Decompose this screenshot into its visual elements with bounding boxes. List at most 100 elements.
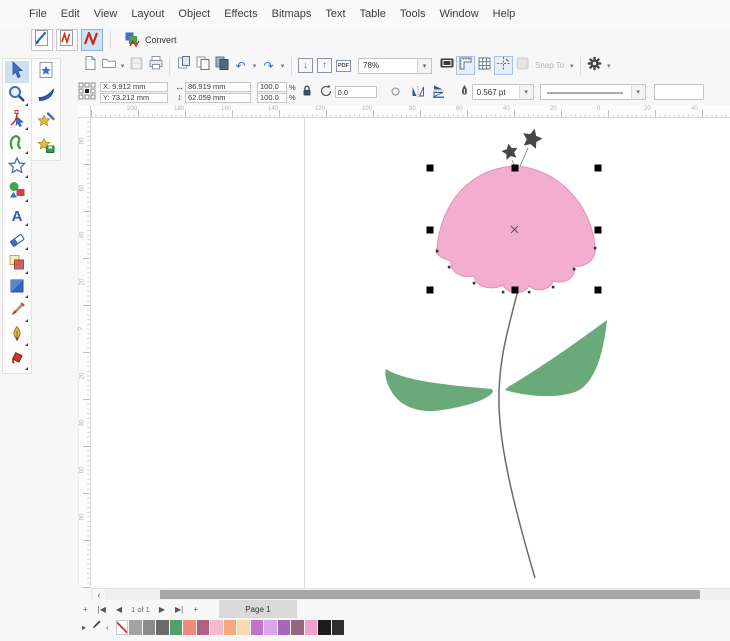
new-document-button[interactable]	[80, 56, 99, 75]
flower-stem[interactable]	[499, 290, 535, 578]
menu-edit[interactable]: Edit	[61, 8, 80, 20]
curve-node[interactable]	[552, 286, 555, 289]
curve-node[interactable]	[473, 282, 476, 285]
drawing-canvas[interactable]	[91, 118, 730, 588]
star-save-tool[interactable]	[34, 136, 58, 158]
menu-effects[interactable]: Effects	[224, 8, 257, 20]
horizontal-ruler[interactable]: 2001801601401201008060402002040	[91, 105, 730, 118]
curve-node[interactable]	[502, 291, 505, 294]
menu-table[interactable]: Table	[360, 8, 386, 20]
curve-node[interactable]	[573, 268, 576, 271]
selection-handle[interactable]	[512, 165, 519, 172]
selection-handle[interactable]	[512, 287, 519, 294]
left-leaf[interactable]	[385, 369, 493, 411]
line-style-dropdown-arrow[interactable]: ▾	[631, 85, 645, 99]
palette-swatch[interactable]	[264, 620, 277, 635]
curve-node[interactable]	[528, 291, 531, 294]
add-page-button[interactable]: +	[78, 605, 93, 614]
publish-pdf-button[interactable]: PDF	[334, 56, 353, 75]
palette-swatch[interactable]	[197, 620, 210, 635]
scrollbar-thumb[interactable]	[160, 590, 700, 599]
selection-handle[interactable]	[595, 227, 602, 234]
palette-swatch[interactable]	[291, 620, 304, 635]
object-width-field[interactable]: 86.919 mm	[185, 82, 251, 92]
palette-eyedropper-icon[interactable]	[90, 618, 102, 636]
x-position-field[interactable]: X:9.912 mm	[100, 82, 168, 92]
first-page-button[interactable]: |◀	[93, 605, 111, 614]
extra-combo[interactable]	[654, 84, 704, 100]
y-position-field[interactable]: Y:73.212 mm	[100, 93, 168, 103]
brush-page-button[interactable]	[31, 29, 53, 51]
add-page-button-2[interactable]: +	[188, 605, 203, 614]
palette-swatch[interactable]	[170, 620, 183, 635]
page-tab[interactable]: Page 1	[219, 600, 297, 618]
palette-swatch[interactable]	[224, 620, 237, 635]
object-height-field[interactable]: 62.059 mm	[185, 93, 251, 103]
palette-swatch[interactable]	[251, 620, 264, 635]
zigzag-page-button[interactable]	[56, 29, 78, 51]
export-button[interactable]: ↑	[315, 56, 334, 75]
palette-swatch[interactable]	[210, 620, 223, 635]
menu-tools[interactable]: Tools	[400, 8, 426, 20]
mirror-horizontal-icon[interactable]	[410, 85, 426, 100]
convert-button[interactable]: Convert	[118, 29, 183, 51]
print-button[interactable]	[146, 56, 165, 75]
star-pencil-tool[interactable]	[34, 111, 58, 133]
zigzag-tool-button[interactable]	[81, 29, 103, 51]
palette-swatch[interactable]	[318, 620, 331, 635]
polygon-tool[interactable]	[5, 157, 29, 179]
palette-expand-arrow[interactable]: ▸	[80, 623, 88, 632]
fullscreen-preview-button[interactable]	[437, 56, 456, 75]
selection-handle[interactable]	[427, 165, 434, 172]
menu-help[interactable]: Help	[493, 8, 516, 20]
palette-swatch[interactable]	[143, 620, 156, 635]
menu-file[interactable]: File	[29, 8, 47, 20]
fill-bucket-tool[interactable]	[5, 349, 29, 371]
selection-handle[interactable]	[427, 227, 434, 234]
palette-swatch[interactable]	[237, 620, 250, 635]
flower-petal[interactable]	[436, 166, 595, 293]
open-button[interactable]	[99, 56, 118, 75]
pick-tool[interactable]	[5, 61, 29, 83]
interactive-fill-tool[interactable]	[5, 277, 29, 299]
undo-button[interactable]: ↶	[231, 56, 250, 75]
zoom-dropdown-arrow[interactable]: ▾	[417, 59, 431, 73]
palette-swatch[interactable]	[183, 620, 196, 635]
palette-swatch[interactable]	[305, 620, 318, 635]
selection-handle[interactable]	[595, 287, 602, 294]
curve-node[interactable]	[594, 247, 597, 250]
transparency-tool[interactable]	[5, 253, 29, 275]
blade-tool[interactable]	[34, 86, 58, 108]
document-star-tool[interactable]	[34, 61, 58, 83]
menu-window[interactable]: Window	[440, 8, 479, 20]
cut-button[interactable]	[174, 56, 193, 75]
menu-text[interactable]: Text	[325, 8, 345, 20]
palette-back-arrow[interactable]: ‹	[104, 623, 111, 632]
scale-y-field[interactable]: 100.0	[257, 93, 287, 103]
next-page-button[interactable]: ▶	[154, 605, 170, 614]
options-button[interactable]	[585, 56, 604, 75]
stamen-star-small[interactable]	[500, 142, 519, 160]
shape-tool[interactable]	[5, 109, 29, 131]
selection-handle[interactable]	[595, 165, 602, 172]
menu-bitmaps[interactable]: Bitmaps	[272, 8, 312, 20]
outline-width-dropdown-arrow[interactable]: ▾	[519, 85, 533, 99]
right-leaf[interactable]	[505, 320, 607, 396]
show-grid-button[interactable]	[475, 56, 494, 75]
basic-shapes-tool[interactable]	[5, 181, 29, 203]
options-dropdown-arrow[interactable]: ▾	[604, 62, 613, 70]
horizontal-scrollbar[interactable]: ‹	[91, 588, 730, 600]
show-rulers-button[interactable]	[456, 56, 475, 75]
menu-view[interactable]: View	[94, 8, 118, 20]
zoom-tool[interactable]	[5, 85, 29, 107]
selection-handle[interactable]	[427, 287, 434, 294]
palette-swatch[interactable]	[129, 620, 142, 635]
import-button[interactable]: ↓	[296, 56, 315, 75]
curve-node[interactable]	[448, 266, 451, 269]
palette-swatch[interactable]	[278, 620, 291, 635]
mirror-vertical-icon[interactable]	[432, 84, 446, 100]
text-tool[interactable]: A	[5, 205, 29, 227]
open-dropdown-arrow[interactable]: ▾	[118, 62, 127, 70]
redo-dropdown-arrow[interactable]: ▾	[278, 62, 287, 70]
paste-button[interactable]	[212, 56, 231, 75]
